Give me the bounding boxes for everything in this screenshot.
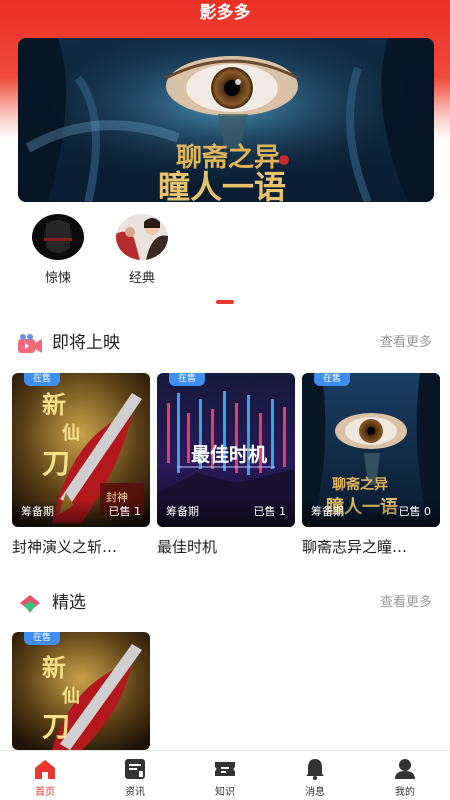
profile-icon xyxy=(393,757,417,781)
section-title: 精选 xyxy=(52,593,86,613)
section-title: 即将上映 xyxy=(52,333,120,353)
news-icon xyxy=(123,757,147,781)
movie-title: 聊斋志异之瞳… xyxy=(302,538,408,556)
tab-messages[interactable]: 消息 xyxy=(270,751,360,800)
movie-title: 最佳时机 xyxy=(157,538,218,556)
category-label: 惊悚 xyxy=(44,271,71,286)
featured-poster: 新 仙 刀 xyxy=(12,632,150,750)
banner-subtitle-art: 瞳人一语 xyxy=(158,169,286,202)
movie-poster: 新 仙 刀 封神 在售 筹备期 已售 1 xyxy=(12,373,150,527)
see-more-link[interactable]: 查看更多 xyxy=(380,593,432,613)
featured-card[interactable]: 新 仙 刀 在售 xyxy=(12,632,150,750)
picks-icon xyxy=(18,593,42,615)
movie-poster: 聊斋之异 瞳人一语 在售 筹备期 已售 0 xyxy=(302,373,440,527)
section-picks-header: 精选 查看更多 xyxy=(0,591,450,615)
upcoming-list: 新 仙 刀 封神 在售 筹备期 已售 1 封神演义之斩… 最佳时机 在售 筹备期… xyxy=(0,373,450,563)
movie-title: 封神演义之斩… xyxy=(12,538,118,556)
banner-title-art: 聊斋之异 xyxy=(176,142,280,172)
svg-text:刀: 刀 xyxy=(42,449,70,480)
tab-label: 我的 xyxy=(395,787,415,798)
svg-text:仙: 仙 xyxy=(62,685,80,706)
on-sale-tag: 在售 xyxy=(169,373,205,386)
movie-card[interactable]: 聊斋之异 瞳人一语 在售 筹备期 已售 0 聊斋志异之瞳… xyxy=(302,373,440,557)
sold-count: 已售 1 xyxy=(108,505,142,518)
svg-text:新: 新 xyxy=(42,391,66,419)
svg-text:聊斋之异: 聊斋之异 xyxy=(332,476,388,493)
thriller-thumb xyxy=(32,214,84,260)
category-thriller[interactable]: 惊悚 xyxy=(28,214,88,286)
section-upcoming-header: 即将上映 查看更多 xyxy=(0,331,450,355)
tab-knowledge[interactable]: 知识 xyxy=(180,751,270,800)
sold-count: 已售 0 xyxy=(398,505,432,518)
svg-text:仙: 仙 xyxy=(62,422,80,443)
sold-count: 已售 1 xyxy=(253,505,287,518)
on-sale-tag: 在售 xyxy=(24,373,60,386)
banner-image: 聊斋之异 瞳人一语 xyxy=(18,38,434,202)
ticket-icon xyxy=(213,757,237,781)
carousel-indicator xyxy=(216,300,234,304)
movie-card[interactable]: 最佳时机 在售 筹备期 已售 1 最佳时机 xyxy=(157,373,295,557)
bottom-tab-bar: 首页 资讯 知识 消息 我的 xyxy=(0,750,450,800)
tab-news[interactable]: 资讯 xyxy=(90,751,180,800)
bell-icon xyxy=(303,757,327,781)
tab-label: 首页 xyxy=(35,787,55,798)
home-icon xyxy=(33,757,57,781)
svg-text:刀: 刀 xyxy=(42,712,70,743)
video-camera-icon xyxy=(18,333,42,355)
banner-carousel[interactable]: 聊斋之异 瞳人一语 xyxy=(18,38,434,202)
tab-profile[interactable]: 我的 xyxy=(360,751,450,800)
tab-label: 消息 xyxy=(305,787,325,798)
movie-card[interactable]: 新 仙 刀 封神 在售 筹备期 已售 1 封神演义之斩… xyxy=(12,373,150,557)
category-classic[interactable]: 经典 xyxy=(112,214,172,286)
svg-text:最佳时机: 最佳时机 xyxy=(191,443,267,466)
stage-label: 筹备期 xyxy=(311,505,344,518)
svg-text:新: 新 xyxy=(42,654,66,682)
tab-label: 知识 xyxy=(215,787,235,798)
classic-thumb xyxy=(116,214,168,260)
category-row: 惊悚 经典 xyxy=(0,214,450,286)
movie-poster: 最佳时机 在售 筹备期 已售 1 xyxy=(157,373,295,527)
tab-label: 资讯 xyxy=(125,787,145,798)
category-label: 经典 xyxy=(128,271,155,286)
stage-label: 筹备期 xyxy=(21,505,54,518)
stage-label: 筹备期 xyxy=(166,505,199,518)
app-title: 影多多 xyxy=(199,3,251,23)
on-sale-tag: 在售 xyxy=(24,632,60,645)
on-sale-tag: 在售 xyxy=(314,373,350,386)
tab-home[interactable]: 首页 xyxy=(0,751,90,800)
see-more-link[interactable]: 查看更多 xyxy=(380,333,432,353)
